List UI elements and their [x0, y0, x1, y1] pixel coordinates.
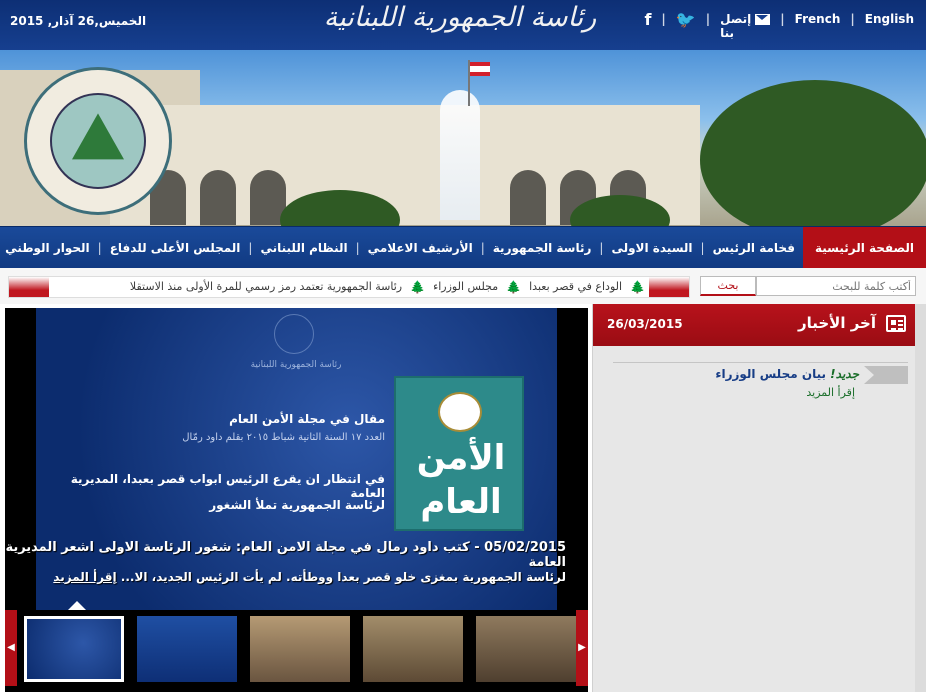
next-arrow-icon[interactable]: ▶ [576, 610, 588, 686]
caption-line: 05/02/2015 - كتب داود رمال في مجلة الامن… [5, 540, 566, 570]
arch [200, 170, 236, 225]
divider: | [850, 12, 855, 26]
top-links: f | 🐦 | إتصل بنا | French | English [644, 12, 914, 41]
search-box: بحث [694, 276, 916, 296]
trees [700, 80, 926, 226]
nav-item-president[interactable]: فخامة الرئيس [705, 227, 803, 269]
cover-title: العام [420, 482, 502, 522]
divider: | [248, 240, 253, 255]
news-ticker: 🌲 الوداع في قصر بعبدا 🌲 مجلس الوزراء 🌲 ر… [8, 276, 690, 298]
current-date: الخميس,26 آذار, 2015 [10, 14, 147, 28]
ticker-items: 🌲 الوداع في قصر بعبدا 🌲 مجلس الوزراء 🌲 ر… [130, 280, 645, 294]
nav-item-first-lady[interactable]: السيدة الاولى [603, 227, 700, 269]
divider: | [480, 240, 485, 255]
site-logo[interactable]: رئاسة الجمهورية اللبنانية [300, 2, 620, 46]
slide-caption: 05/02/2015 - كتب داود رمال في مجلة الامن… [5, 540, 588, 584]
lang-french-link[interactable]: French [795, 12, 841, 26]
slide-body-line: في انتظار ان يقرع الرئيس ابواب قصر بعبدا… [70, 472, 385, 500]
news-item-title[interactable]: بيان مجلس الوزراء [715, 367, 826, 381]
presidency-emblem-icon [274, 314, 314, 354]
emblem-caption: رئاسة الجمهورية اللبنانية [250, 360, 342, 370]
news-item[interactable]: جديد! بيان مجلس الوزراء [715, 367, 859, 381]
nav-item-home[interactable]: الصفحة الرئيسية [802, 226, 926, 269]
general-security-badge-icon [438, 392, 482, 432]
lang-english-link[interactable]: English [865, 12, 914, 26]
divider: | [355, 240, 360, 255]
featured-gallery: رئاسة الجمهورية اللبنانية مقال في مجلة ا… [5, 308, 588, 692]
nav-item-defense-council[interactable]: المجلس الأعلى للدفاع [102, 227, 249, 269]
thumbnail[interactable] [250, 616, 350, 682]
contact-label-2: بنا [720, 26, 735, 40]
nav-item-media-archive[interactable]: الأرشيف الاعلامي [360, 227, 481, 269]
caption-text: لرئاسة الجمهورية بمغزى خلو قصر بعدا ووطأ… [120, 570, 566, 584]
divider: | [599, 240, 604, 255]
thumbnail[interactable] [24, 616, 124, 682]
slide-subheading: العدد ١٧ السنة الثانية شباط ٢٠١٥ بقلم دا… [182, 432, 385, 443]
cedar-icon: 🌲 [506, 280, 522, 294]
newspaper-icon [886, 315, 906, 332]
thumbnail[interactable] [363, 616, 463, 682]
thumbnail[interactable] [137, 616, 237, 682]
cedar-icon: 🌲 [630, 280, 645, 294]
arch [510, 170, 546, 225]
page: الخميس,26 آذار, 2015 رئاسة الجمهورية الل… [0, 0, 926, 692]
hero-banner [0, 50, 926, 226]
main-nav: الصفحة الرئيسية فخامة الرئيس | السيدة ال… [0, 226, 926, 269]
nav-item-presidency[interactable]: رئاسة الجمهورية [485, 227, 600, 269]
divider: | [705, 12, 711, 26]
contact-label: إتصل [720, 12, 752, 26]
divider: | [700, 240, 705, 255]
prev-arrow-icon[interactable]: ◀ [5, 610, 17, 686]
nav-item-lebanese-system[interactable]: النظام اللبناني [252, 227, 355, 269]
news-date: 26/03/2015 [607, 317, 683, 331]
nav-item-national-dialogue[interactable]: الحوار الوطني [0, 227, 98, 269]
ticker-edge-left [9, 277, 49, 297]
news-header: 26/03/2015 آخر الأخبار [593, 304, 916, 346]
news-read-more-link[interactable]: إقرأ المزيد [806, 386, 855, 399]
cover-title: الأمن [416, 438, 506, 478]
caption-line-2: لرئاسة الجمهورية بمغزى خلو قصر بعدا ووطأ… [5, 570, 566, 584]
search-button[interactable]: بحث [700, 276, 756, 296]
thumbnail[interactable] [476, 616, 576, 682]
magazine-cover: الأمن العام [394, 376, 524, 531]
divider: | [780, 12, 785, 26]
latest-news-panel: 26/03/2015 آخر الأخبار جديد! بيان مجلس ا… [592, 304, 916, 692]
cedar-icon [72, 113, 124, 160]
slide-body-line: لرئاسة الجمهورية تملأ الشغور [209, 498, 385, 512]
selected-pointer-icon [68, 601, 86, 610]
cedar-icon: 🌲 [410, 280, 426, 294]
ticker-item[interactable]: الوداع في قصر بعبدا [529, 280, 622, 294]
mail-icon [755, 13, 771, 25]
presidency-seal-icon[interactable] [24, 67, 172, 215]
news-tag-icon [864, 366, 908, 384]
top-bar: الخميس,26 آذار, 2015 رئاسة الجمهورية الل… [0, 0, 926, 50]
search-input[interactable] [756, 276, 916, 296]
contact-us-link[interactable]: إتصل بنا [720, 12, 771, 40]
divider: | [661, 12, 666, 26]
ticker-edge-right [649, 277, 689, 297]
read-more-link[interactable]: إقرأ المزيد [53, 570, 116, 584]
search-ticker-strip: 🌲 الوداع في قصر بعبدا 🌲 مجلس الوزراء 🌲 ر… [0, 268, 926, 304]
divider [613, 362, 908, 363]
news-title: آخر الأخبار [797, 314, 876, 332]
thumbnail-strip: ◀ ▶ [5, 610, 588, 692]
slide-heading: مقال في مجلة الأمن العام [229, 412, 385, 426]
fountain [440, 90, 480, 220]
divider: | [97, 240, 102, 255]
twitter-icon[interactable]: 🐦 [676, 12, 696, 28]
new-badge: جديد! [830, 367, 859, 381]
lebanon-flag [470, 62, 490, 76]
facebook-icon[interactable]: f [644, 12, 651, 28]
scrollbar[interactable] [915, 304, 926, 692]
ticker-item[interactable]: رئاسة الجمهورية تعتمد رمز رسمي للمرة الأ… [130, 280, 402, 294]
ticker-item[interactable]: مجلس الوزراء [433, 280, 498, 294]
